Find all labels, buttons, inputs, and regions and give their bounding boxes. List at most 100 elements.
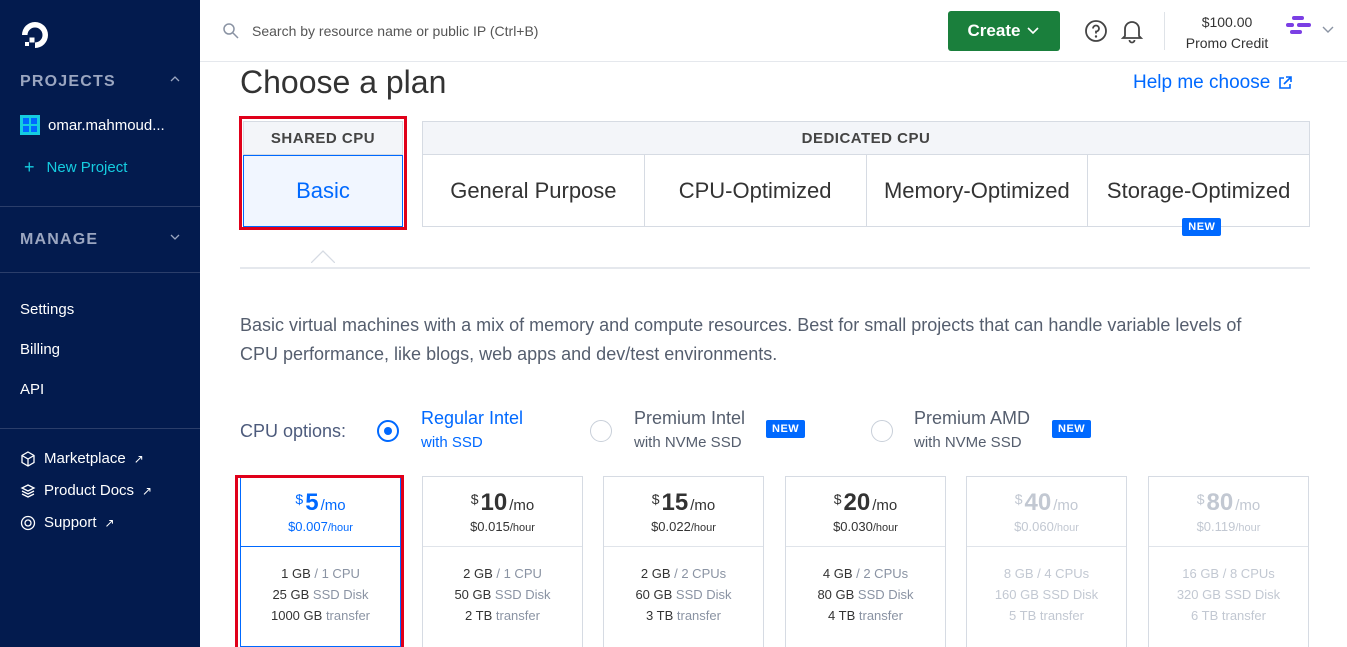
plan-card-5[interactable]: $ 5 /mo $0.007/hour 1 GB / 1 CPU 25 GB S…	[240, 476, 401, 647]
credit-label: Promo Credit	[1185, 35, 1269, 51]
currency-symbol: $	[651, 491, 660, 507]
per-month: /mo	[509, 497, 535, 514]
digitalocean-logo-icon[interactable]	[20, 20, 50, 50]
plus-icon: +	[24, 157, 35, 177]
option-premium-amd-title[interactable]: Premium AMD	[914, 408, 1030, 429]
project-name: omar.mahmoud...	[48, 116, 165, 134]
plan-price-section: $ 40 /mo $0.060/hour	[967, 477, 1126, 547]
page-title: Choose a plan	[240, 64, 447, 100]
top-header: Create $100.00 Promo Credit	[200, 0, 1347, 62]
sidebar: PROJECTS omar.mahmoud... + New Project M…	[0, 0, 200, 647]
chevron-down-icon[interactable]	[170, 232, 180, 242]
plan-price-section: $ 20 /mo $0.030/hour	[786, 477, 945, 547]
layers-icon	[20, 483, 36, 498]
chevron-up-icon[interactable]	[170, 74, 180, 84]
plan-description: Basic virtual machines with a mix of mem…	[240, 315, 1242, 364]
external-link-icon	[1279, 76, 1293, 89]
per-month: /mo	[690, 497, 716, 514]
create-button[interactable]: Create	[948, 11, 1060, 51]
option-regular-intel-title[interactable]: Regular Intel	[421, 408, 523, 429]
plan-price: $ 5 /mo	[295, 489, 345, 517]
plan-card-10[interactable]: $ 10 /mo $0.015/hour 2 GB / 1 CPU 50 GB …	[422, 476, 583, 647]
marketplace-label: Marketplace	[44, 450, 126, 467]
currency-symbol: $	[1014, 491, 1023, 507]
lifebuoy-icon	[20, 515, 36, 530]
chevron-down-icon[interactable]	[1322, 26, 1334, 34]
plan-specs: 4 GB / 2 CPUs 80 GB SSD Disk 4 TB transf…	[817, 566, 914, 623]
new-project-label: New Project	[46, 159, 128, 176]
cube-icon	[21, 450, 35, 467]
plan-card-80: $ 80 /mo $0.119/hour 16 GB / 8 CPUs 320 …	[1148, 476, 1309, 647]
plan-card-15[interactable]: $ 15 /mo $0.022/hour 2 GB / 2 CPUs 60 GB…	[603, 476, 764, 647]
sidebar-divider	[0, 428, 200, 429]
cpu-options-label: CPU options:	[240, 421, 347, 441]
currency-symbol: $	[470, 491, 479, 507]
external-arrow-icon: ↗	[142, 483, 153, 498]
hourly-price: $0.015/hour	[470, 519, 535, 534]
plan-specs: 1 GB / 1 CPU 25 GB SSD Disk 1000 GB tran…	[270, 566, 371, 623]
chevron-down-icon	[1027, 27, 1040, 35]
per-month: /mo	[1053, 497, 1079, 514]
hourly-price: $0.022/hour	[651, 519, 716, 534]
plan-card-20[interactable]: $ 20 /mo $0.030/hour 4 GB / 2 CPUs 80 GB…	[785, 476, 946, 647]
external-arrow-icon: ↗	[133, 451, 144, 466]
radio-regular-intel[interactable]	[377, 420, 399, 442]
option-regular-intel-subtitle[interactable]: with SSD	[421, 434, 483, 451]
create-label: Create	[967, 21, 1021, 40]
project-icon	[20, 115, 40, 135]
tab-general-purpose[interactable]: General Purpose	[423, 155, 645, 226]
selection-highlight	[239, 116, 407, 230]
dedicated-tabs: General Purpose CPU-Optimized Memory-Opt…	[422, 155, 1310, 236]
help-me-choose-link[interactable]: Help me choose	[1133, 72, 1293, 94]
monthly-price: 40	[1024, 489, 1052, 516]
help-link-label: Help me choose	[1133, 72, 1271, 93]
tab-storage-optimized-label: Storage-Optimized	[1106, 177, 1291, 203]
caret-up-icon	[311, 250, 335, 263]
sidebar-link-product-docs[interactable]: Product Docs ↗	[20, 482, 152, 499]
plan-price: $ 15 /mo	[652, 489, 716, 517]
new-project-link[interactable]: + New Project	[20, 157, 127, 178]
sidebar-item-api[interactable]: API	[20, 381, 44, 398]
monthly-price: 5	[305, 489, 319, 516]
avatar[interactable]	[1284, 14, 1316, 38]
product-docs-label: Product Docs	[44, 482, 135, 499]
tab-divider	[240, 267, 1310, 269]
per-month: /mo	[320, 497, 346, 514]
hourly-price: $0.030/hour	[833, 519, 898, 534]
header-separator	[1164, 12, 1165, 50]
help-icon[interactable]	[1084, 19, 1108, 43]
option-premium-amd-subtitle[interactable]: with NVMe SSD	[914, 434, 1022, 451]
currency-symbol: $	[833, 491, 842, 507]
option-premium-intel-title[interactable]: Premium Intel	[634, 408, 745, 429]
new-badge: NEW	[1182, 218, 1222, 236]
plan-price-section: $ 10 /mo $0.015/hour	[423, 477, 582, 547]
option-premium-intel-subtitle[interactable]: with NVMe SSD	[634, 434, 742, 451]
support-label: Support	[44, 514, 97, 531]
projects-section-title: PROJECTS	[20, 73, 116, 90]
hourly-price: $0.060/hour	[1014, 519, 1079, 534]
dedicated-cpu-header: DEDICATED CPU	[422, 121, 1310, 155]
sidebar-item-settings[interactable]: Settings	[20, 301, 74, 318]
plan-specs: 2 GB / 2 CPUs 60 GB SSD Disk 3 TB transf…	[635, 566, 732, 623]
sidebar-item-billing[interactable]: Billing	[20, 341, 60, 358]
new-badge: NEW	[766, 420, 806, 438]
radio-premium-intel[interactable]	[590, 420, 612, 442]
sidebar-item-project[interactable]: omar.mahmoud...	[20, 115, 165, 135]
radio-premium-amd[interactable]	[871, 420, 893, 442]
tab-cpu-optimized[interactable]: CPU-Optimized	[645, 155, 867, 226]
sidebar-divider	[0, 272, 200, 273]
sidebar-link-support[interactable]: Support ↗	[20, 514, 115, 531]
plan-price-section: $ 5 /mo $0.007/hour	[241, 477, 400, 547]
tab-memory-optimized[interactable]: Memory-Optimized	[867, 155, 1089, 226]
search-input[interactable]	[252, 16, 852, 46]
per-month: /mo	[872, 497, 898, 514]
monthly-price: 20	[843, 489, 871, 516]
plan-card-40: $ 40 /mo $0.060/hour 8 GB / 4 CPUs 160 G…	[966, 476, 1127, 647]
bell-icon[interactable]	[1120, 18, 1144, 44]
hourly-price: $0.007/hour	[288, 519, 353, 534]
monthly-price: 80	[1206, 489, 1234, 516]
sidebar-link-marketplace[interactable]: Marketplace ↗	[20, 450, 144, 467]
tab-storage-optimized[interactable]: Storage-Optimized NEW	[1088, 155, 1309, 236]
search-icon	[223, 23, 239, 39]
plan-price-section: $ 15 /mo $0.022/hour	[604, 477, 763, 547]
